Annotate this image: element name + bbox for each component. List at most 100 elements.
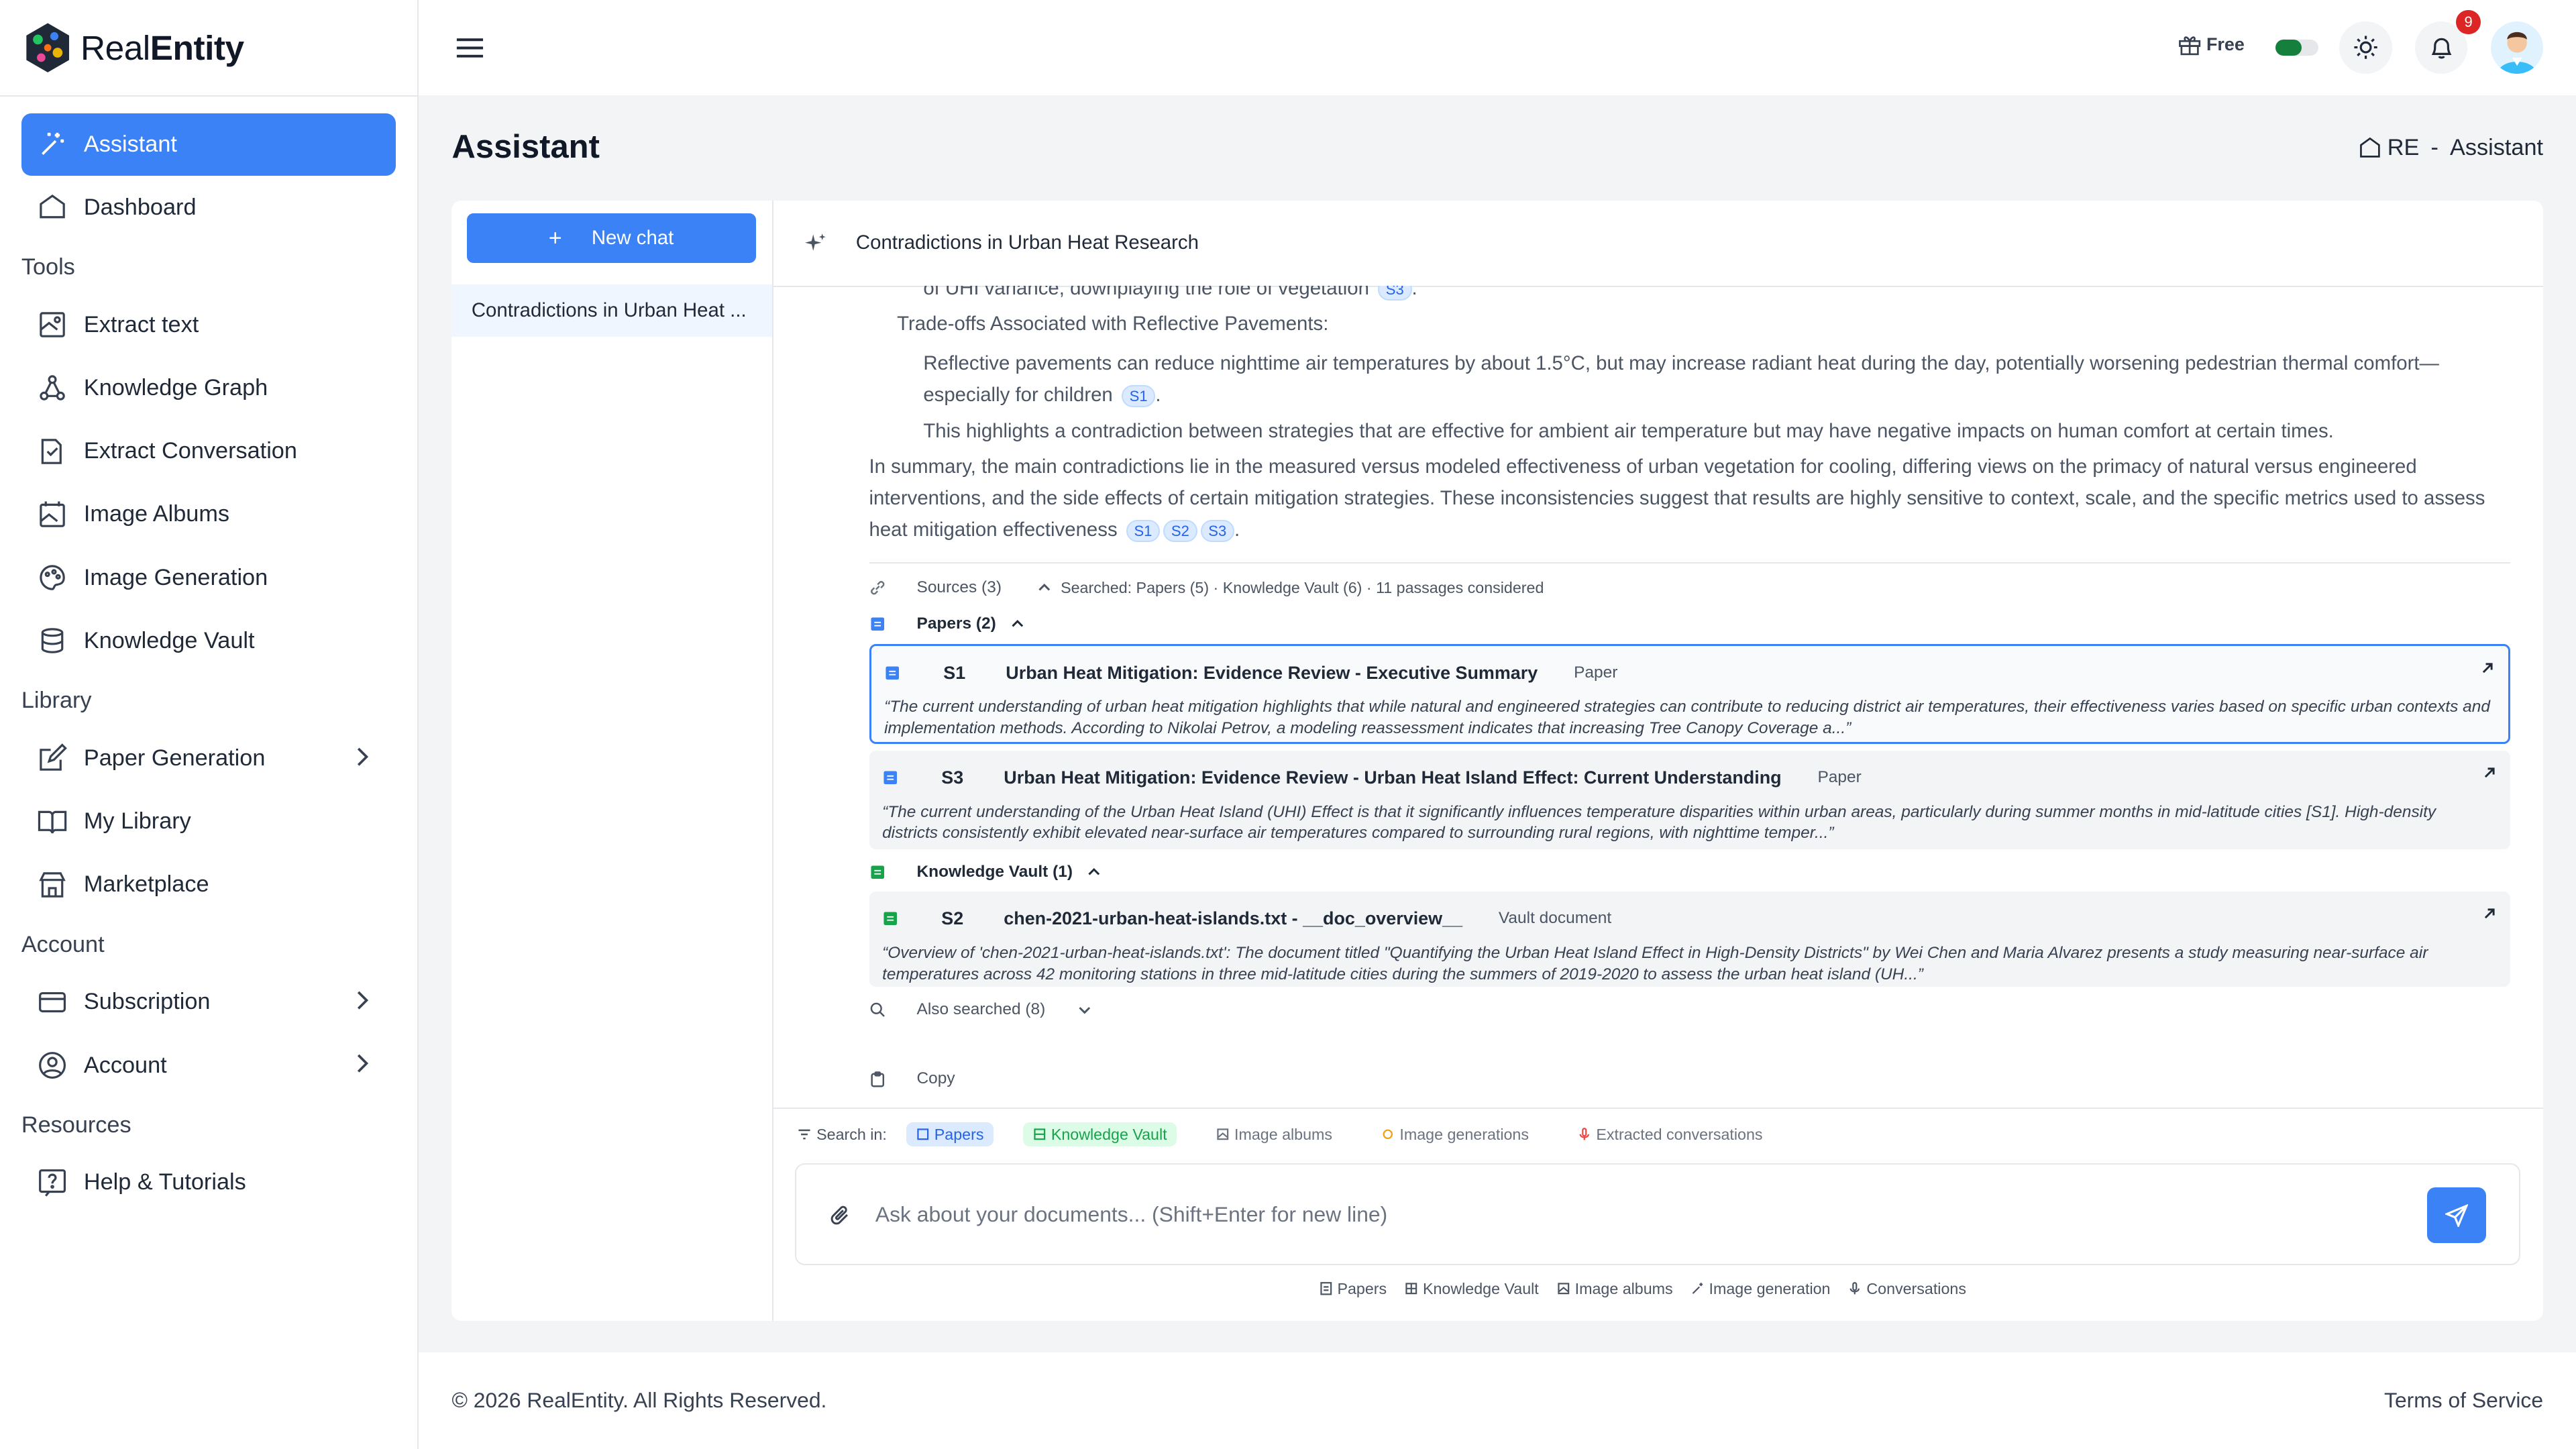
message-paragraph: This highlights a contradiction between …	[923, 419, 2334, 442]
logo-icon	[26, 23, 69, 72]
store-icon	[38, 870, 67, 900]
hamburger-menu-icon[interactable]	[453, 32, 486, 64]
sidebar-item-label: Assistant	[83, 131, 177, 157]
sidebar-item-label: Extract Conversation	[83, 438, 297, 464]
brand-name: RealEntity	[80, 28, 244, 68]
conversation-title: Contradictions in Urban Heat Research	[855, 231, 1199, 254]
sidebar-item-marketplace[interactable]: Marketplace	[21, 853, 396, 916]
source-card-s1[interactable]: S1 Urban Heat Mitigation: Evidence Revie…	[869, 643, 2511, 744]
source-id: S2	[941, 908, 964, 929]
notification-count-badge: 9	[2456, 9, 2481, 35]
scope-chip-image-generations[interactable]: Image generations	[1372, 1122, 1539, 1147]
send-icon	[2445, 1203, 2468, 1227]
scope-chip-knowledge-vault[interactable]: Knowledge Vault	[1023, 1122, 1177, 1147]
source-title: Urban Heat Mitigation: Evidence Review -…	[1004, 767, 1782, 788]
external-link-icon[interactable]	[2480, 661, 2495, 676]
send-button[interactable]	[2426, 1187, 2486, 1244]
document-icon	[870, 617, 884, 631]
citation-s3[interactable]: S3	[1377, 286, 1412, 301]
sidebar-item-my-library[interactable]: My Library	[21, 790, 396, 853]
hint-label: Knowledge Vault	[1422, 1279, 1539, 1297]
source-card-s2[interactable]: S2 chen-2021-urban-heat-islands.txt - __…	[869, 892, 2511, 987]
breadcrumb: RE - Assistant	[2359, 135, 2543, 161]
sidebar-item-subscription[interactable]: Subscription	[21, 971, 396, 1033]
composer-divider	[773, 1107, 2544, 1109]
sidebar-item-help[interactable]: Help & Tutorials	[21, 1151, 396, 1214]
plan-badge[interactable]: Free	[2178, 33, 2245, 56]
source-id: S3	[941, 767, 964, 788]
section-resources: Resources	[21, 1112, 131, 1138]
hint-knowledge-vault[interactable]: Knowledge Vault	[1405, 1280, 1539, 1298]
theme-toggle[interactable]	[2275, 39, 2318, 56]
sidebar-item-knowledge-graph[interactable]: Knowledge Graph	[21, 357, 396, 419]
chat-list: + New chat Contradictions in Urban Heat …	[451, 200, 774, 1321]
chevron-right-icon	[357, 747, 368, 766]
sidebar-item-label: Paper Generation	[83, 745, 266, 771]
microphone-icon	[1849, 1282, 1860, 1295]
scope-chip-extracted-conversations[interactable]: Extracted conversations	[1568, 1122, 1772, 1147]
sidebar-item-label: Account	[83, 1052, 167, 1078]
bell-icon	[2431, 38, 2452, 59]
message-heading: Trade-offs Associated with Reflective Pa…	[897, 313, 1329, 335]
vault-group-toggle[interactable]: Knowledge Vault (1)	[869, 857, 2511, 887]
sidebar-item-image-albums[interactable]: Image Albums	[21, 483, 396, 545]
breadcrumb-root[interactable]: RE	[2387, 135, 2420, 161]
user-avatar-icon	[2497, 32, 2537, 74]
chevron-down-icon	[1079, 1006, 1091, 1014]
citation-s2[interactable]: S2	[1163, 519, 1197, 542]
toggle-knob	[2275, 39, 2302, 56]
edit-icon	[38, 743, 68, 773]
terms-link[interactable]: Terms of Service	[2384, 1388, 2543, 1413]
message-summary: In summary, the main contradictions lie …	[869, 451, 2511, 545]
sidebar-item-dashboard[interactable]: Dashboard	[21, 176, 396, 239]
sources-section: Sources (3) Searched: Papers (5) · Knowl…	[869, 561, 2511, 1094]
copy-button[interactable]: Copy	[869, 1064, 2511, 1093]
copyright: © 2026 RealEntity. All Rights Reserved.	[451, 1388, 827, 1413]
sidebar-item-assistant[interactable]: Assistant	[21, 113, 396, 176]
hint-image-albums[interactable]: Image albums	[1557, 1280, 1673, 1298]
external-link-icon[interactable]	[2482, 906, 2497, 921]
scope-chip-image-albums[interactable]: Image albums	[1206, 1122, 1342, 1147]
avatar[interactable]	[2490, 21, 2544, 74]
papers-group-toggle[interactable]: Papers (2)	[869, 609, 2511, 639]
document-icon	[917, 1128, 929, 1140]
paperclip-icon[interactable]	[829, 1204, 852, 1227]
sidebar-item-knowledge-vault[interactable]: Knowledge Vault	[21, 610, 396, 672]
sidebar-item-label: Image Generation	[83, 564, 268, 590]
hint-conversations[interactable]: Conversations	[1848, 1280, 1966, 1298]
breadcrumb-separator: -	[2430, 134, 2438, 160]
hint-image-generation[interactable]: Image generation	[1691, 1280, 1830, 1298]
chat-list-item[interactable]: Contradictions in Urban Heat ...	[451, 284, 773, 337]
hint-papers[interactable]: Papers	[1320, 1280, 1387, 1298]
sidebar-item-extract-text[interactable]: Extract text	[21, 294, 396, 356]
new-chat-button[interactable]: + New chat	[466, 213, 756, 263]
database-icon	[38, 626, 67, 655]
image-icon	[1217, 1128, 1229, 1140]
sidebar-item-extract-conversation[interactable]: Extract Conversation	[21, 420, 396, 482]
chevron-right-icon	[357, 1055, 368, 1073]
scope-chip-label: Papers	[934, 1125, 984, 1143]
light-mode-button[interactable]	[2339, 21, 2392, 74]
sidebar-item-paper-generation[interactable]: Paper Generation	[21, 727, 396, 790]
citation-s1[interactable]: S1	[1121, 384, 1156, 408]
source-card-header: S1 Urban Heat Mitigation: Evidence Revie…	[884, 657, 2492, 689]
brand[interactable]: RealEntity	[0, 0, 418, 97]
sources-count: Sources (3)	[916, 578, 1002, 596]
album-icon	[38, 500, 67, 529]
source-card-s3[interactable]: S3 Urban Heat Mitigation: Evidence Revie…	[869, 750, 2511, 849]
message-input[interactable]: Ask about your documents... (Shift+Enter…	[875, 1202, 1387, 1227]
sidebar-item-label: Help & Tutorials	[83, 1169, 246, 1195]
also-searched-toggle[interactable]: Also searched (8)	[869, 996, 2511, 1025]
external-link-icon[interactable]	[2482, 765, 2497, 780]
sources-summary-row[interactable]: Sources (3) Searched: Papers (5) · Knowl…	[869, 573, 2511, 602]
scope-chip-papers[interactable]: Papers	[906, 1122, 994, 1147]
plan-label: Free	[2206, 34, 2245, 54]
sun-icon	[2354, 36, 2377, 60]
also-searched-label: Also searched (8)	[916, 1000, 1046, 1019]
citation-s3[interactable]: S3	[1200, 519, 1235, 542]
sidebar-item-account[interactable]: Account	[21, 1034, 396, 1097]
source-id: S1	[943, 662, 966, 683]
sidebar-item-image-generation[interactable]: Image Generation	[21, 547, 396, 609]
citation-s1[interactable]: S1	[1126, 519, 1161, 542]
scope-chip-label: Image albums	[1234, 1125, 1333, 1143]
